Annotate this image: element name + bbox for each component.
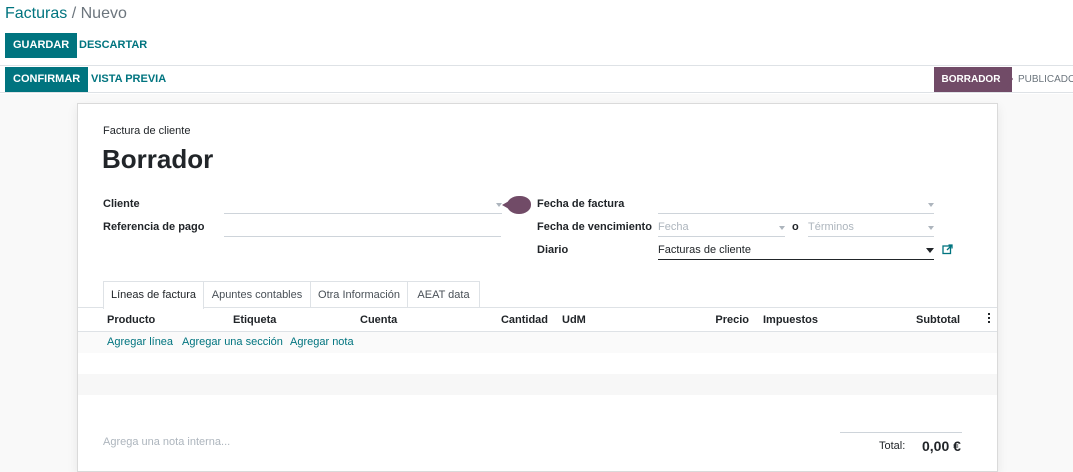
customer-label: Cliente [103,198,140,210]
payment-reference-label: Referencia de pago [103,221,205,233]
internal-note-input[interactable]: Agrega una nota interna... [103,436,230,448]
journal-select[interactable]: Facturas de cliente [658,242,934,260]
or-label: o [792,221,799,233]
total-amount: 0,00 € [922,438,961,454]
table-row [78,395,997,416]
total-label: Total: [879,440,906,452]
avatar-pointer [502,201,509,209]
add-line-row: Agregar línea Agregar una sección Agrega… [78,332,997,353]
journal-value: Facturas de cliente [658,244,751,256]
tab-journal-items[interactable]: Apuntes contables [204,281,311,308]
status-posted[interactable]: PUBLICADO [1018,67,1073,92]
optional-columns-icon[interactable] [988,313,991,325]
breadcrumb-current: Nuevo [80,5,127,22]
user-avatar-shape [507,196,531,214]
customer-field[interactable] [224,196,502,214]
add-note-link[interactable]: Agregar nota [290,336,354,348]
chevron-down-icon [926,248,934,253]
invoice-title: Borrador [102,144,214,174]
due-date-placeholder: Fecha [658,221,689,233]
breadcrumb: Facturas / Nuevo [5,5,127,23]
invoice-type-label: Factura de cliente [103,125,191,137]
external-link-icon[interactable] [942,244,953,255]
control-panel: Facturas / Nuevo GUARDAR DESCARTAR [0,0,1073,66]
column-taxes[interactable]: Impuestos [763,314,818,326]
column-quantity[interactable]: Cantidad [494,314,548,326]
confirm-button[interactable]: CONFIRMAR [5,67,89,92]
column-uom[interactable]: UdM [562,314,586,326]
payment-terms-placeholder: Términos [808,221,854,233]
tab-aeat-data[interactable]: AEAT data [408,281,480,308]
table-row [78,353,997,374]
table-row [78,374,997,395]
tab-other-info[interactable]: Otra Información [311,281,408,308]
add-section-link[interactable]: Agregar una sección [182,336,283,348]
invoice-lines-header: Producto Etiqueta Cuenta Cantidad UdM Pr… [78,308,997,332]
save-button[interactable]: GUARDAR [5,33,78,58]
breadcrumb-parent-link[interactable]: Facturas [5,5,67,22]
payment-terms-input[interactable]: Términos [808,219,934,237]
due-date-input[interactable]: Fecha [658,219,785,237]
breadcrumb-separator: / [71,5,77,22]
column-product[interactable]: Producto [107,314,155,326]
chevron-down-icon [928,226,934,230]
due-date-label: Fecha de vencimiento [537,221,652,233]
discard-button[interactable]: DESCARTAR [71,33,155,58]
add-line-link[interactable]: Agregar línea [107,336,173,348]
total-divider [840,432,962,433]
status-arrow [1004,67,1013,91]
form-statusbar: CONFIRMAR VISTA PREVIA BORRADOR PUBLICAD… [0,66,1073,93]
chevron-down-icon [928,203,934,207]
invoice-date-label: Fecha de factura [537,198,625,210]
column-label[interactable]: Etiqueta [233,314,276,326]
chevron-down-icon [779,226,785,230]
column-account[interactable]: Cuenta [360,314,397,326]
payment-reference-input[interactable] [224,219,501,237]
preview-button[interactable]: VISTA PREVIA [83,67,174,92]
journal-label: Diario [537,244,569,256]
column-price[interactable]: Precio [688,314,749,326]
status-draft: BORRADOR [934,67,1012,92]
tab-invoice-lines[interactable]: Líneas de factura [103,281,204,309]
column-subtotal[interactable]: Subtotal [900,314,960,326]
invoice-date-input[interactable] [658,196,934,214]
invoice-sheet: Factura de cliente Borrador Cliente Refe… [77,103,998,472]
